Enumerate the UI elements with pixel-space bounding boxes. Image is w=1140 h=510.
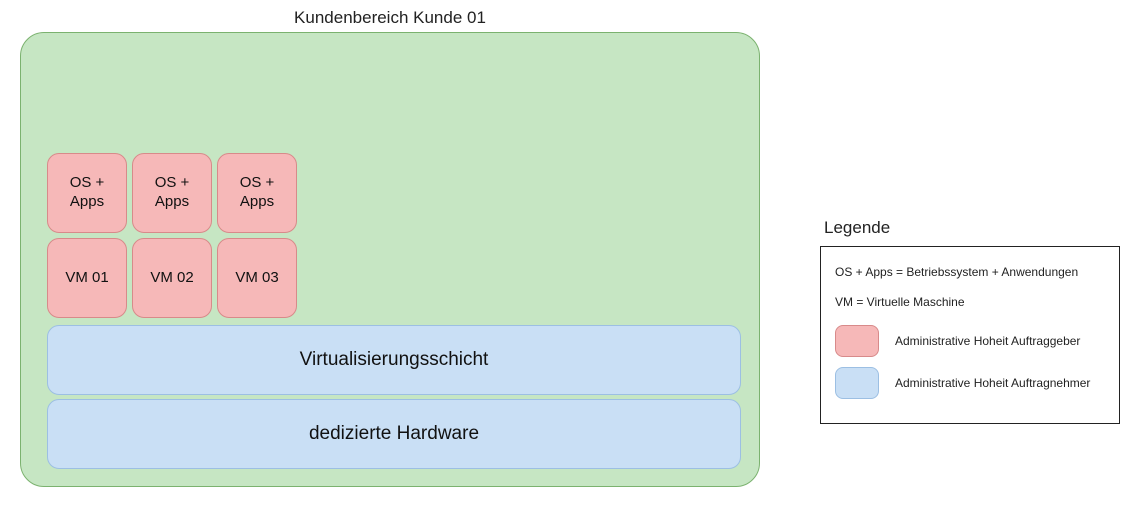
legend-vm-def: VM = Virtuelle Maschine bbox=[835, 295, 1105, 309]
customer-area: OS + Apps OS + Apps OS + Apps VM 01 VM 0… bbox=[20, 32, 760, 487]
legend-osapps-def: OS + Apps = Betriebssystem + Anwendungen bbox=[835, 265, 1105, 279]
os-apps-box: OS + Apps bbox=[132, 153, 212, 233]
vm-box: VM 01 bbox=[47, 238, 127, 318]
legend-swatch-pink bbox=[835, 325, 879, 357]
legend-provider-label: Administrative Hoheit Auftragnehmer bbox=[895, 376, 1090, 390]
vm-box: VM 02 bbox=[132, 238, 212, 318]
virtualization-layer: Virtualisierungsschicht bbox=[47, 325, 741, 395]
vm-row: VM 01 VM 02 VM 03 bbox=[47, 238, 297, 318]
legend-swatch-blue bbox=[835, 367, 879, 399]
legend-client-label: Administrative Hoheit Auftraggeber bbox=[895, 334, 1080, 348]
legend-item-provider: Administrative Hoheit Auftragnehmer bbox=[835, 367, 1105, 399]
legend-title: Legende bbox=[824, 218, 1120, 238]
os-apps-box: OS + Apps bbox=[47, 153, 127, 233]
os-apps-box: OS + Apps bbox=[217, 153, 297, 233]
legend-box: OS + Apps = Betriebssystem + Anwendungen… bbox=[820, 246, 1120, 424]
left-column: Kundenbereich Kunde 01 OS + Apps OS + Ap… bbox=[20, 8, 760, 487]
diagram-title: Kundenbereich Kunde 01 bbox=[20, 8, 760, 28]
diagram-wrapper: Kundenbereich Kunde 01 OS + Apps OS + Ap… bbox=[0, 0, 1140, 507]
legend-item-client: Administrative Hoheit Auftraggeber bbox=[835, 325, 1105, 357]
legend: Legende OS + Apps = Betriebssystem + Anw… bbox=[820, 218, 1120, 424]
vm-box: VM 03 bbox=[217, 238, 297, 318]
hardware-layer: dedizierte Hardware bbox=[47, 399, 741, 469]
os-apps-row: OS + Apps OS + Apps OS + Apps bbox=[47, 153, 297, 233]
